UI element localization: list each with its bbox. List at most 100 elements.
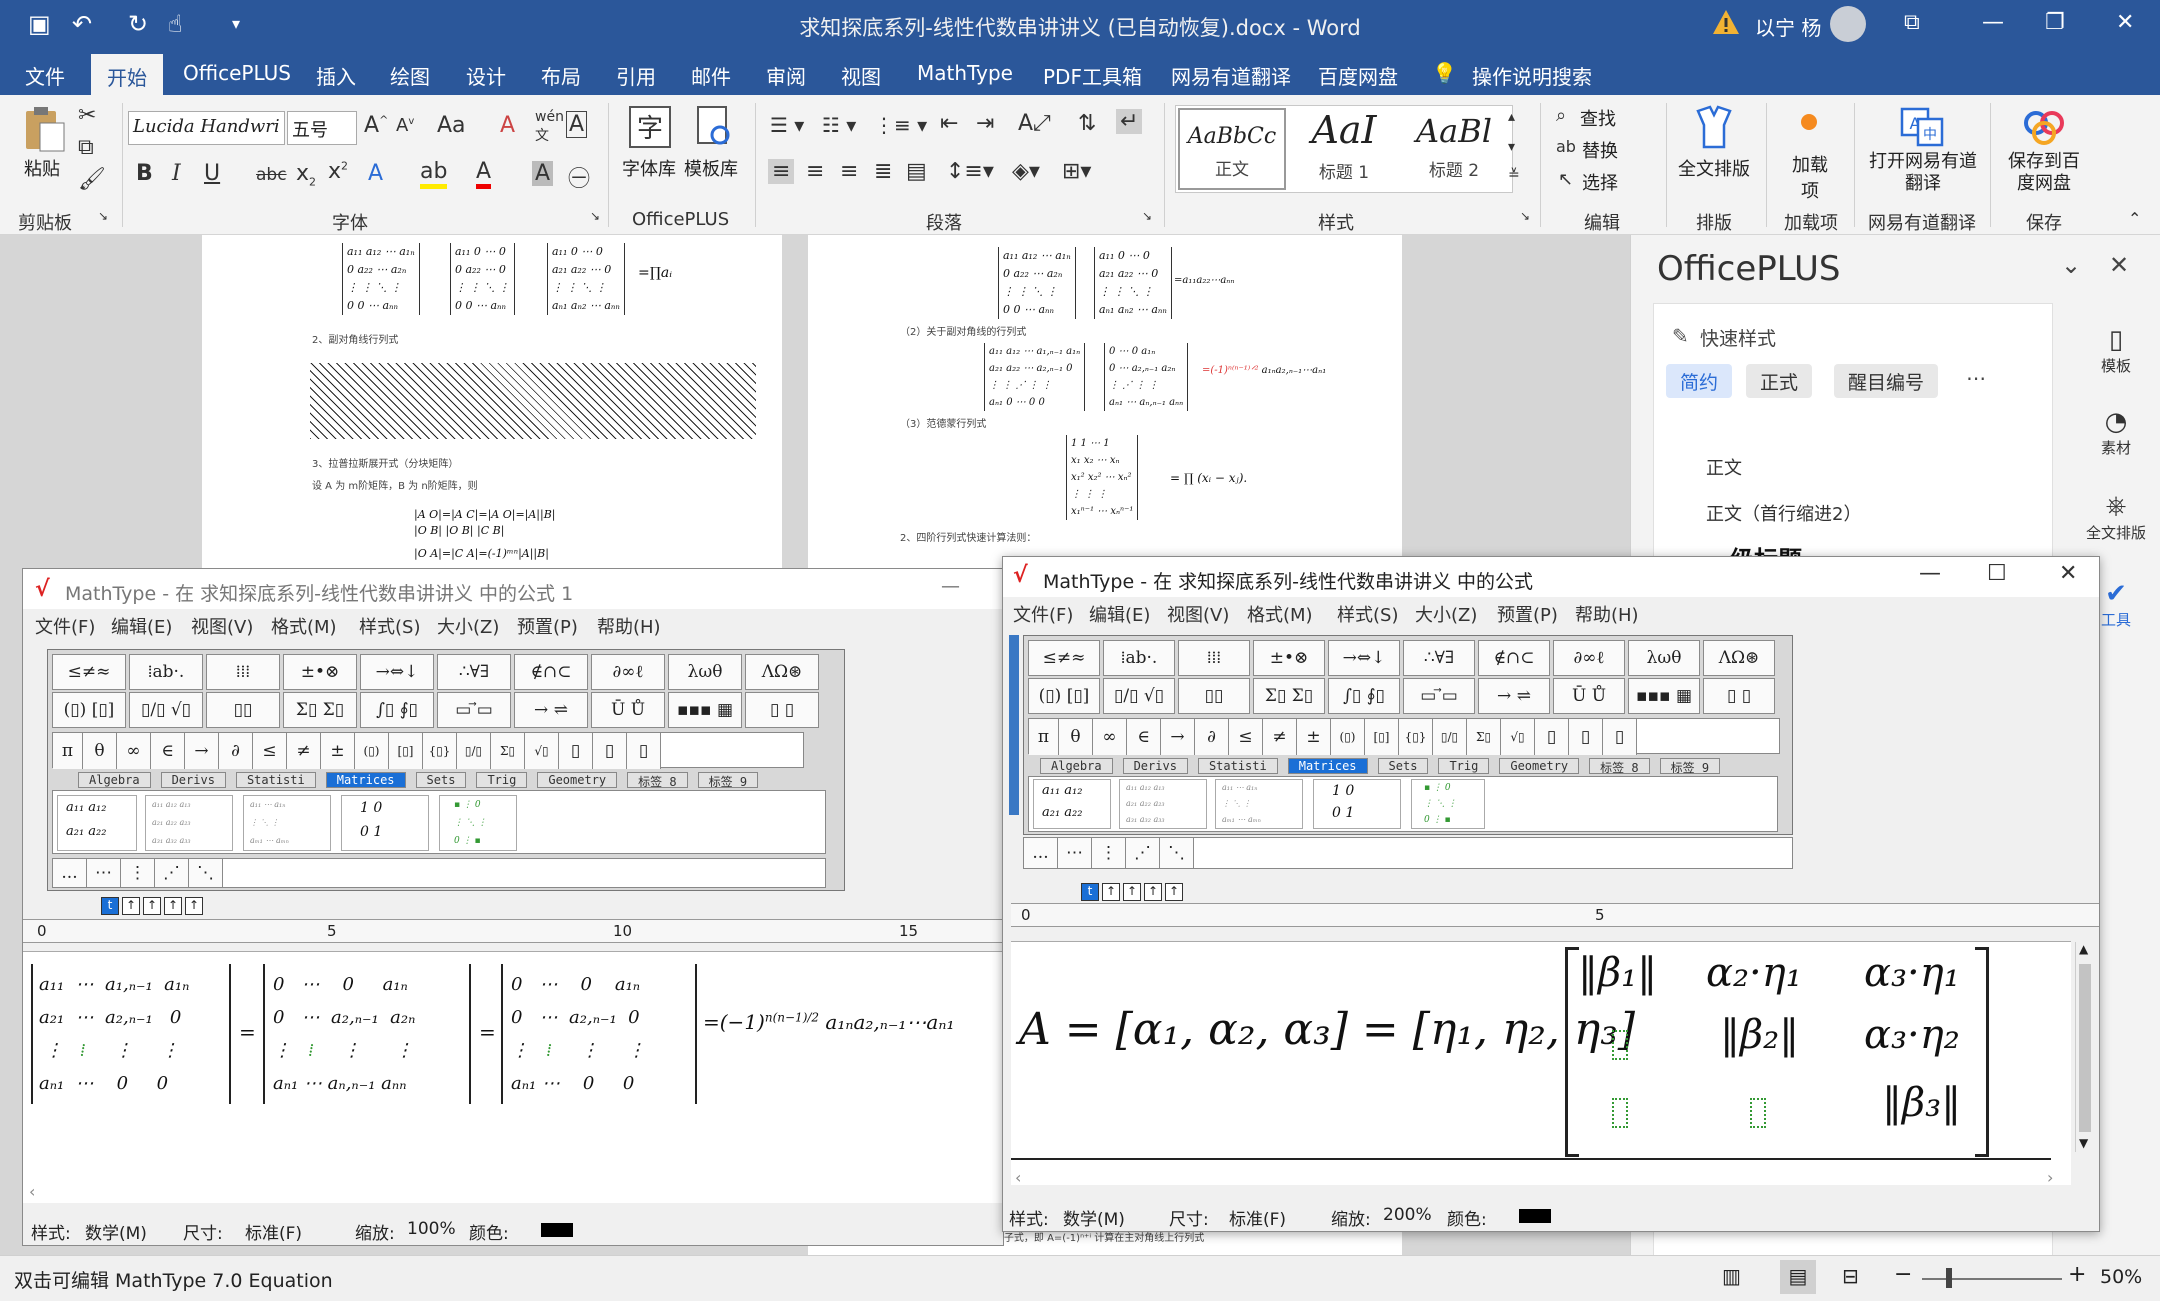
mt1-embellish-palette[interactable]: ⁞⁞⁞ (206, 654, 280, 690)
mt1-template-3x3[interactable]: a₁₁ a₁₂ a₁₃ a₂₁ a₂₂ a₂₃ a₃₁ a₃₂ a₃₃ (145, 795, 233, 851)
mt2-maximize-button[interactable]: ☐ (1987, 561, 2007, 586)
mt2-menu-file[interactable]: 文件(F) (1013, 601, 1073, 627)
side-material[interactable]: ◔ 素材 (2086, 407, 2146, 458)
tab-home[interactable]: 开始 (91, 54, 163, 95)
mt1-sqrt-button[interactable]: √▯ (525, 733, 559, 769)
mt2-integrals-palette[interactable]: ∫▯ ∮▯ (1328, 678, 1400, 714)
youdao-icon[interactable]: A中 (1900, 107, 1944, 147)
mt2-sqrt-button[interactable]: √▯ (1501, 719, 1535, 755)
mt1-tab-trig[interactable]: Trig (476, 772, 528, 788)
user-name[interactable]: 以宁 杨 (1755, 12, 1821, 41)
mt1-equation-editor[interactable]: a₁₁ ⋯ a₁,ₙ₋₁ a₁ₙ a₂₁ ⋯ a₂,ₙ₋₁ 0 ⋮ ⁞ ⋮ ⋮ aₙ… (23, 951, 1003, 1203)
mt2-tab-matrices[interactable]: Matrices (1287, 758, 1368, 774)
zoom-level[interactable]: 50% (2100, 1266, 2142, 1288)
styles-scroll-up-icon[interactable]: ▴ (1508, 109, 1515, 125)
mt2-bars-palette[interactable]: ▭ ⃗▭ (1403, 678, 1475, 714)
style-item-body-indent[interactable]: 正文（首行缩进2） (1706, 500, 1861, 526)
mt1-boxes-palette[interactable]: ▯ ▯ (745, 692, 819, 728)
zoom-out-icon[interactable]: − (1894, 1262, 1912, 1287)
mt1-pm-button[interactable]: ± (321, 733, 355, 769)
mt2-scroll-right-icon[interactable]: › (2047, 1168, 2053, 1187)
mt2-menu-style[interactable]: 样式(S) (1337, 601, 1398, 627)
mt2-greek-upper-palette[interactable]: ΛΩ⊛ (1703, 640, 1775, 676)
mt1-matrices-palette[interactable]: ▪▪▪ ▦ (668, 692, 742, 728)
styles-more-icon[interactable]: ≚ (1508, 167, 1520, 183)
mt2-tab-stop-left[interactable]: t (1081, 883, 1099, 901)
collapse-ribbon-icon[interactable]: ⌃ (2128, 209, 2141, 228)
style-heading2[interactable]: AaBl 标题 2 (1400, 108, 1508, 190)
italic-icon[interactable]: I (172, 161, 181, 186)
mt1-relations-palette[interactable]: ≤≠≈ (52, 654, 126, 690)
mt1-color-swatch[interactable] (541, 1223, 573, 1237)
mt2-neq-button[interactable]: ≠ (1263, 719, 1297, 755)
mt2-color-swatch[interactable] (1519, 1209, 1551, 1223)
replace-button[interactable]: 替换 (1582, 137, 1618, 163)
mt1-tab-stop-left[interactable]: t (101, 897, 119, 915)
mt2-products-palette[interactable]: Ū Ů (1553, 678, 1625, 714)
tab-design[interactable]: 设计 (466, 61, 506, 90)
mt1-labeled-arrows-palette[interactable]: → ⇌ (514, 692, 588, 728)
char-shading-icon[interactable]: A (532, 161, 554, 186)
more-icon[interactable]: ⋯ (1966, 366, 1986, 390)
mt2-labeled-arrows-palette[interactable]: → ⇌ (1478, 678, 1550, 714)
tab-review[interactable]: 审阅 (766, 61, 806, 90)
ribbon-display-icon[interactable]: ⧉ (1904, 10, 1920, 35)
page-right[interactable]: a₁₁ a₁₂ ⋯ a₁ₙ 0 a₂₂ ⋯ a₂ₙ ⋮ ⋮ ⋱ ⋮ 0 0 ⋯ aₙₙ… (808, 235, 1402, 575)
mt2-tab-geometry[interactable]: Geometry (1499, 758, 1580, 774)
mt2-arrow-button[interactable]: → (1161, 719, 1195, 755)
multilevel-list-icon[interactable]: ⋮≡ ▾ (874, 113, 927, 137)
mt2-arrows-palette[interactable]: →⇔↓ (1328, 640, 1400, 676)
mt2-menu-prefs[interactable]: 预置(P) (1497, 601, 1558, 627)
font-library-icon[interactable]: 字 (628, 105, 672, 149)
mt1-menu-style[interactable]: 样式(S) (359, 613, 420, 639)
mt1-scripts-palette[interactable]: ▯▯ (206, 692, 280, 728)
mt1-menu-view[interactable]: 视图(V) (191, 613, 253, 639)
format-painter-icon[interactable]: 🖌 (78, 167, 106, 192)
tab-baidu[interactable]: 百度网盘 (1318, 61, 1398, 90)
mt1-arrow-button[interactable]: → (185, 733, 219, 769)
mt1-fences-palette[interactable]: (▯) [▯] (52, 692, 126, 728)
chinese-layout-icon[interactable]: A⤢ (1018, 111, 1051, 136)
mt2-embellish-palette[interactable]: ⁞⁞⁞ (1178, 640, 1250, 676)
select-icon[interactable]: ↖ (1558, 169, 1573, 190)
mt2-pi-button[interactable]: π (1029, 719, 1059, 755)
highlight-icon[interactable]: ab (420, 159, 448, 189)
mt2-sum-button[interactable]: Σ▯ (1467, 719, 1501, 755)
replace-icon[interactable]: ab (1556, 137, 1576, 156)
mt2-tab-stop-bar[interactable]: ↑ (1165, 883, 1183, 901)
mt1-template-diagonal[interactable]: ▪ ⋮ 0 ⋮ ⋱ ⋮ 0 ⋮ ▪ (439, 795, 517, 851)
mt2-scroll-thumb[interactable] (2079, 964, 2091, 1132)
mt2-cell-21-placeholder[interactable] (1612, 1030, 1628, 1060)
mt2-fraction-button[interactable]: ▯/▯ (1433, 719, 1467, 755)
mt2-greek-lower-palette[interactable]: λωθ (1628, 640, 1700, 676)
mt1-menu-file[interactable]: 文件(F) (35, 613, 95, 639)
shrink-font-icon[interactable]: Av (396, 115, 414, 136)
mt1-menu-edit[interactable]: 编辑(E) (111, 613, 172, 639)
mt2-tab-9[interactable]: 标签 9 (1659, 758, 1721, 775)
mt2-logic-palette[interactable]: ∴∀∃ (1403, 640, 1475, 676)
paragraph-launcher-icon[interactable]: ↘ (1142, 209, 1152, 223)
mt2-vscrollbar[interactable]: ▲ ▼ (2075, 942, 2093, 1152)
mt1-theta-button[interactable]: θ (83, 733, 117, 769)
text-effects-icon[interactable]: A (368, 161, 383, 186)
mt1-template-2x2[interactable]: a₁₁ a₁₂ a₂₁ a₂₂ (57, 795, 137, 851)
pane-options-icon[interactable]: ⌄ (2061, 251, 2081, 279)
increase-indent-icon[interactable]: ⇥ (976, 111, 994, 136)
mt2-equation-editor[interactable]: A = [α₁, α₂, α₃] = [η₁, η₂, η₃] ‖β₁‖ α₂·… (1011, 941, 2093, 1187)
mt2-style-value[interactable]: 数学(M) (1063, 1205, 1125, 1230)
mt2-close-button[interactable]: ✕ (2059, 561, 2077, 586)
mt2-sup-button[interactable]: ▯ (1535, 719, 1569, 755)
mt1-tab-algebra[interactable]: Algebra (78, 772, 151, 788)
decrease-indent-icon[interactable]: ⇤ (940, 111, 958, 136)
chip-numbered[interactable]: 醒目编号 (1834, 364, 1939, 398)
show-marks-icon[interactable]: ↵ (1116, 109, 1143, 134)
cut-icon[interactable]: ✂ (78, 103, 96, 128)
mt2-paren-button[interactable]: (▯) (1331, 719, 1365, 755)
mt1-infinity-button[interactable]: ∞ (117, 733, 151, 769)
mt1-integrals-palette[interactable]: ∫▯ ∮▯ (360, 692, 434, 728)
addin-icon[interactable] (1800, 113, 1818, 131)
mt1-menu-help[interactable]: 帮助(H) (597, 613, 661, 639)
mt2-cdots-button[interactable]: ⋯ (1058, 838, 1092, 868)
mt1-tab-9[interactable]: 标签 9 (697, 772, 759, 789)
style-normal[interactable]: AaBbCc 正文 (1178, 108, 1286, 190)
